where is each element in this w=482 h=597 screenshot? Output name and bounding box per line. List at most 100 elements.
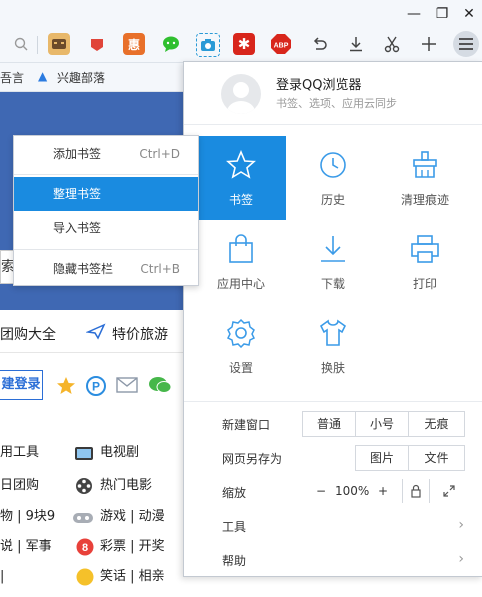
printer-icon [411,235,439,263]
save-as-image-button[interactable]: 图片 [355,445,409,471]
search-icon[interactable] [10,33,32,55]
tile-bookmarks-label: 书签 [228,193,253,207]
link-novels[interactable]: 说 | 军事 [0,534,52,560]
bookmark-item-2[interactable]: 兴趣部落 [57,69,105,86]
fullscreen-button[interactable] [435,479,463,503]
link-tv-series[interactable]: 电视剧 [100,440,139,466]
minimize-button[interactable]: — [402,4,426,24]
help-menu-item[interactable]: 帮助 › [184,543,482,577]
link-misc[interactable]: | [0,564,4,590]
page-nav-row: 团购大全 特价旅游 [0,314,183,353]
browser-main-menu: 登录QQ浏览器 书签、选项、应用云同步 书签 历史 清理痕迹 应用中心 下载 打… [183,61,482,577]
save-page-label: 网页另存为 [222,452,283,466]
link-games[interactable]: 游戏 | 动漫 [100,504,165,530]
link-daily-deals[interactable]: 日团购 [0,473,39,499]
tile-clear-traces[interactable]: 清理痕迹 [380,136,470,220]
gamepad-icon [72,504,94,530]
zoom-row: 缩放 − 100% + [184,475,482,509]
tile-skin[interactable]: 换肤 [288,304,378,388]
star-badge-icon[interactable] [56,376,76,399]
expand-icon [443,485,455,497]
link-shopping[interactable]: 物 | 9块9 [0,504,55,530]
tile-clear-traces-label: 清理痕迹 [400,193,449,207]
link-tools[interactable]: 用工具 [0,440,39,466]
gear-icon [226,318,256,348]
main-menu-button[interactable] [453,31,479,57]
new-window-incognito-button[interactable]: 无痕 [408,411,465,437]
red-extension-icon[interactable] [86,33,108,55]
game-extension-icon[interactable] [48,33,70,55]
login-row: 建登录 P [0,362,183,406]
lock-zoom-button[interactable] [402,479,430,503]
zoom-out-button[interactable]: − [316,479,326,503]
login-subtitle: 书签、选项、应用云同步 [276,97,397,110]
undo-icon[interactable] [308,33,330,55]
chevron-right-icon: › [458,517,464,533]
nav-link-travel[interactable]: 特价旅游 [112,324,168,344]
svg-text:ABP: ABP [274,43,289,50]
bookmark-item-1[interactable]: 吾言 [0,69,24,86]
tile-settings[interactable]: 设置 [196,304,286,388]
shirt-icon [319,319,347,346]
lottery-icon: 8 [75,534,95,560]
menu-item-organize-bookmarks[interactable]: 整理书签 [14,177,198,211]
tile-app-center-label: 应用中心 [216,277,265,291]
new-window-label: 新建窗口 [222,418,271,432]
organize-bookmarks-label: 整理书签 [53,187,102,201]
alipay-icon[interactable]: P [86,375,106,400]
tile-settings-label: 设置 [228,361,253,375]
chevron-right-icon: › [458,551,464,567]
nav-link-group-buy[interactable]: 团购大全 [0,324,56,344]
new-window-row: 新建窗口 普通 小号 无痕 [184,407,482,441]
svg-text:8: 8 [82,542,88,554]
save-page-row: 网页另存为 图片 文件 [184,441,482,475]
link-jokes[interactable]: 笑话 | 相亲 [100,564,165,590]
login-title[interactable]: 登录QQ浏览器 [276,74,361,93]
mail-icon[interactable] [116,377,138,396]
tile-bookmarks[interactable]: 书签 [196,136,286,220]
title-bar: — ❐ ✕ [0,0,482,28]
tools-menu-item[interactable]: 工具 › [184,509,482,543]
avatar[interactable] [221,74,261,114]
download-icon [321,236,345,262]
account-section[interactable]: 登录QQ浏览器 书签、选项、应用云同步 [184,62,482,125]
wechat-icon[interactable] [148,375,172,398]
link-hot-movies[interactable]: 热门电影 [100,473,152,499]
bookmarks-submenu: 添加书签 Ctrl+D 整理书签 导入书签 隐藏书签栏 Ctrl+B [13,135,199,286]
scissors-icon[interactable] [381,33,403,55]
shopping-extension-icon[interactable]: 惠 [123,33,145,55]
bookmarks-bar: 吾言 ▲ 兴趣部落 [0,63,190,92]
tile-print[interactable]: 打印 [380,220,470,304]
browser-toolbar: 惠 ✱ ABP [0,28,482,63]
tile-skin-label: 换肤 [320,361,345,375]
restore-button[interactable]: ❐ [430,4,454,24]
new-tab-icon[interactable] [418,33,440,55]
new-window-small-button[interactable]: 小号 [355,411,409,437]
adblock-icon[interactable]: ABP [270,33,292,55]
star-icon [226,150,256,179]
login-button[interactable]: 建登录 [0,370,43,400]
add-bookmark-shortcut: Ctrl+D [139,147,180,161]
asterisk-extension-icon[interactable]: ✱ [233,33,255,55]
menu-item-add-bookmark[interactable]: 添加书签 Ctrl+D [14,137,198,171]
wechat-extension-icon[interactable] [160,33,182,55]
add-bookmark-label: 添加书签 [53,147,102,161]
tv-icon [74,440,94,466]
zoom-control: − 100% + [310,479,396,503]
link-lottery[interactable]: 彩票 | 开奖 [100,534,165,560]
zoom-value: 100% [335,484,370,498]
save-as-file-button[interactable]: 文件 [408,445,465,471]
zoom-in-button[interactable]: + [378,479,388,503]
tile-history[interactable]: 历史 [288,136,378,220]
close-button[interactable]: ✕ [457,4,481,24]
tools-label: 工具 [222,520,247,534]
help-label: 帮助 [222,554,247,568]
new-window-normal-button[interactable]: 普通 [302,411,356,437]
screenshot-extension-icon[interactable] [196,33,220,57]
tile-download[interactable]: 下载 [288,220,378,304]
download-toolbar-icon[interactable] [345,33,367,55]
tile-app-center[interactable]: 应用中心 [196,220,286,304]
menu-item-import-bookmarks[interactable]: 导入书签 [14,211,198,245]
plane-icon [85,322,106,344]
menu-item-hide-bookmarks-bar[interactable]: 隐藏书签栏 Ctrl+B [14,252,198,286]
